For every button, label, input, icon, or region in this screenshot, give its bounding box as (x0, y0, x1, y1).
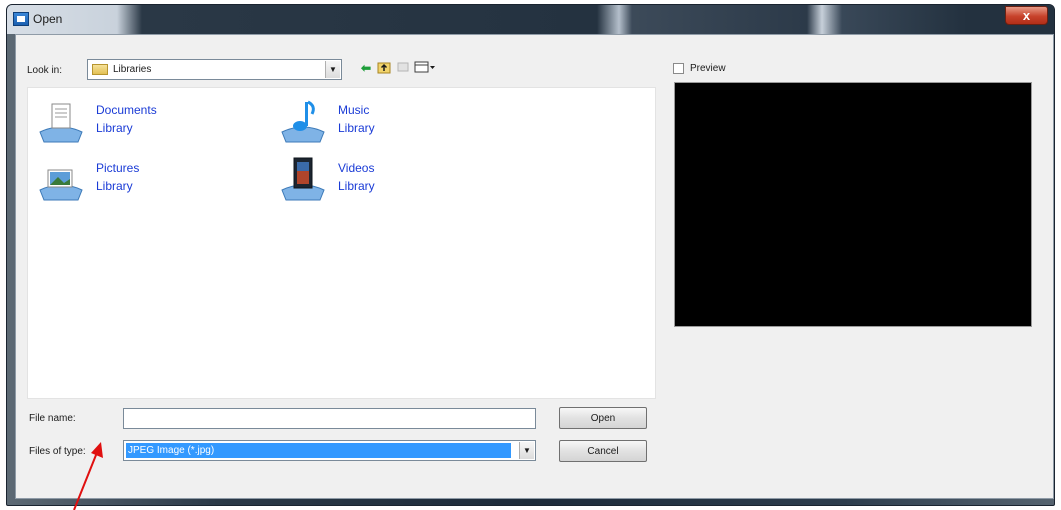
library-item-documents[interactable]: Documents Library (38, 98, 238, 150)
videos-library-icon (280, 156, 326, 202)
look-in-dropdown[interactable]: Libraries ▼ (87, 59, 342, 80)
look-in-label: Look in: (27, 65, 63, 76)
file-name-input[interactable] (123, 408, 536, 429)
preview-label: Preview (690, 63, 726, 74)
library-sub-pictures: Library (96, 179, 133, 193)
open-button[interactable]: Open (559, 407, 647, 429)
annotation-arrow-icon (73, 442, 103, 510)
library-name-pictures: Pictures (96, 161, 140, 175)
back-icon[interactable]: ⬅ (360, 60, 372, 76)
app-window-icon (13, 12, 29, 26)
close-button[interactable]: x (1005, 6, 1048, 25)
chevron-down-icon[interactable]: ▼ (519, 442, 534, 459)
open-dialog-window: Open x Look in: Libraries ▼ ⬅ Documents … (6, 4, 1055, 506)
up-folder-icon[interactable] (377, 60, 391, 76)
library-name-music: Music (338, 103, 370, 117)
dialog-client-area: Look in: Libraries ▼ ⬅ Documents Library… (15, 34, 1054, 499)
library-name-documents: Documents (96, 103, 157, 117)
file-name-label: File name: (29, 413, 76, 424)
files-of-type-value: JPEG Image (*.jpg) (126, 443, 511, 458)
library-name-videos: Videos (338, 161, 375, 175)
library-item-music[interactable]: Music Library (280, 98, 480, 150)
libraries-folder-icon (92, 64, 108, 75)
preview-checkbox[interactable] (673, 63, 684, 74)
look-in-value: Libraries (113, 64, 152, 75)
cancel-button[interactable]: Cancel (559, 440, 647, 462)
music-library-icon (280, 98, 326, 144)
preview-pane (674, 82, 1032, 327)
documents-library-icon (38, 98, 84, 144)
library-sub-documents: Library (96, 121, 133, 135)
window-title: Open (33, 12, 63, 26)
file-list-view[interactable]: Documents Library Music Library Pictures… (27, 87, 656, 399)
library-item-videos[interactable]: Videos Library (280, 156, 480, 208)
files-of-type-dropdown[interactable]: JPEG Image (*.jpg) ▼ (123, 440, 536, 461)
title-bar[interactable]: Open x (7, 5, 1054, 34)
library-item-pictures[interactable]: Pictures Library (38, 156, 238, 208)
pictures-library-icon (38, 156, 84, 202)
library-sub-videos: Library (338, 179, 375, 193)
library-sub-music: Library (338, 121, 375, 135)
chevron-down-icon[interactable]: ▼ (325, 61, 340, 78)
new-folder-icon[interactable] (397, 60, 409, 76)
screenshot-stage: Open x Look in: Libraries ▼ ⬅ Documents … (0, 0, 1061, 510)
view-menu-icon[interactable] (414, 60, 436, 76)
